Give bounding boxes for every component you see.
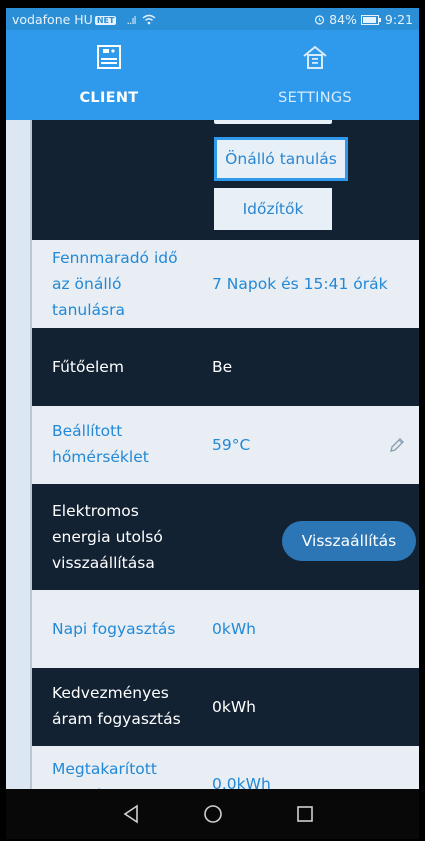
pencil-icon[interactable] (389, 437, 405, 453)
row-daily-consumption: Napi fogyasztás 0kWh (32, 590, 419, 668)
status-left: vodafone HU NET ..ıl (12, 12, 156, 27)
row-value: 0.0kWh (212, 775, 271, 789)
alarm-icon (315, 15, 325, 25)
menu-item-onallo-tanulas[interactable]: Önálló tanulás (214, 137, 348, 181)
wifi-icon (142, 14, 155, 25)
reset-button[interactable]: Visszaállítás (282, 521, 416, 561)
clock: 9:21 (384, 12, 413, 27)
back-icon[interactable] (116, 789, 146, 839)
row-label: Fűtőelem (52, 358, 124, 376)
row-label: Kedvezményes áram fogyasztás (52, 684, 181, 728)
row-value: 0kWh (212, 620, 256, 638)
row-remaining-time: Fennmaradó idő az önálló tanulásra 7 Nap… (32, 240, 419, 328)
network-badge: NET (94, 16, 117, 25)
app-bar: CLIENT SETTINGS (6, 30, 419, 120)
tab-client[interactable]: CLIENT (6, 30, 212, 120)
battery-icon (360, 15, 381, 25)
tab-client-label: CLIENT (79, 90, 139, 106)
row-label: Elektromos energia utolsó visszaállítása (52, 502, 163, 572)
row-label: Napi fogyasztás (52, 620, 176, 638)
menu-item-partial (214, 120, 332, 124)
row-value: 7 Napok és 15:41 órák (212, 275, 388, 293)
home-icon[interactable] (198, 789, 228, 839)
carrier-name: vodafone HU (12, 12, 93, 27)
recent-apps-icon[interactable] (290, 789, 320, 839)
tab-settings[interactable]: SETTINGS (212, 30, 418, 120)
side-rail (6, 120, 32, 789)
client-content: Önálló tanulás Időzítők Fennmaradó idő a… (6, 120, 419, 789)
row-saved-energy: Megtakarított energia 0.0kWh (32, 746, 419, 789)
status-bar: vodafone HU NET ..ıl 84% 9:21 (6, 8, 419, 30)
battery-percent: 84% (329, 12, 357, 27)
signal-icon: ..ıl (126, 14, 136, 27)
row-label: Megtakarított energia (52, 760, 157, 789)
row-label: Fennmaradó idő az önálló tanulásra (52, 249, 178, 319)
client-device-icon (97, 45, 121, 69)
menu-area: Önálló tanulás Időzítők (32, 120, 419, 230)
row-value: 0kWh (212, 698, 256, 716)
row-set-temperature[interactable]: Beállított hőmérséklet 59°C (32, 406, 419, 484)
system-nav-bar (6, 789, 419, 839)
settings-house-icon (303, 45, 327, 69)
row-heating-element: Fűtőelem Be (32, 328, 419, 406)
row-discounted-consumption: Kedvezményes áram fogyasztás 0kWh (32, 668, 419, 746)
row-value: Be (212, 358, 233, 376)
row-value: 59°C (212, 436, 251, 454)
menu-item-idozitok[interactable]: Időzítők (214, 188, 332, 230)
tab-settings-label: SETTINGS (278, 90, 352, 106)
phone-screen: vodafone HU NET ..ıl 84% 9:21 CLIENT SET… (6, 8, 419, 839)
row-label: Beállított hőmérséklet (52, 422, 149, 466)
status-right: 84% 9:21 (314, 12, 413, 27)
